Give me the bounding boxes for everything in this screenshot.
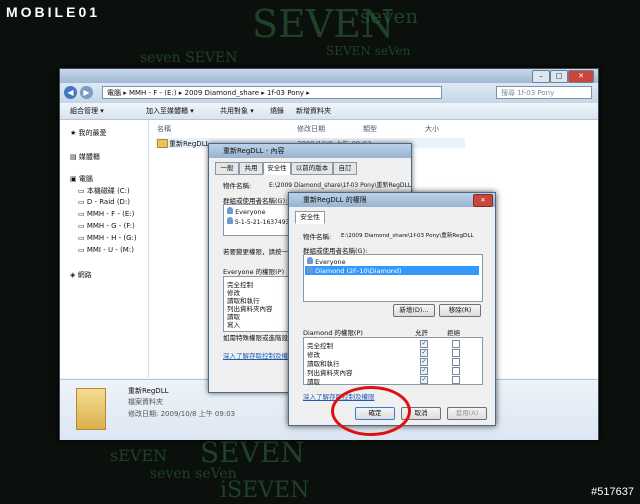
nav-libraries[interactable]: ▤ 媒體櫃 [70, 152, 100, 162]
burn-button[interactable]: 燒錄 [270, 106, 284, 116]
details-type: 檔案資料夾 [128, 398, 163, 406]
permissions-dialog-title[interactable]: 重新RegDLL 的權限 [289, 193, 495, 207]
apply-button[interactable]: 套用(A) [447, 407, 487, 420]
details-name: 重新RegDLL [128, 387, 169, 395]
site-logo: MOBILE01 [6, 4, 101, 20]
allow-checkbox[interactable]: ✓ [420, 340, 428, 348]
perm-item: 寫入 [227, 321, 240, 329]
special-hint: 如需特殊權限或進階設 [223, 334, 288, 342]
tab-customize[interactable]: 自訂 [333, 162, 357, 175]
tab-security[interactable]: 安全性 [263, 162, 291, 175]
allow-checkbox[interactable]: ✓ [420, 358, 428, 366]
permissions-list: 完全控制 修改 讀取和執行 列出資料夾內容 讀取 寫入 [223, 276, 289, 332]
column-header-size[interactable]: 大小 [425, 124, 439, 134]
add-to-library-button[interactable]: 加入至媒體櫃 ▾ [146, 106, 194, 116]
folder-icon [157, 139, 168, 148]
deny-checkbox[interactable] [452, 367, 460, 375]
breadcrumb-item[interactable]: 電腦 [107, 89, 121, 97]
deny-checkbox[interactable] [452, 376, 460, 384]
nav-drive[interactable]: ▭ D - Raid (D:) [78, 198, 130, 206]
tab-sharing[interactable]: 共用 [239, 162, 263, 175]
nav-network[interactable]: ◈ 網路 [70, 270, 92, 280]
users-icon [227, 207, 233, 214]
breadcrumb-item[interactable]: 1f-03 Pony [267, 89, 304, 97]
breadcrumb-item[interactable]: MMH - F - (E:) [129, 89, 177, 97]
nav-favorites[interactable]: ★ 我的最愛 [70, 128, 107, 138]
command-bar: 組合管理 ▾ 加入至媒體櫃 ▾ 共用對象 ▾ 燒錄 新增資料夾 [60, 103, 598, 120]
tab-general[interactable]: 一般 [215, 162, 239, 175]
wallpaper-text: sEVEN [110, 446, 168, 465]
deny-header: 拒絕 [447, 329, 460, 337]
file-name: 重新RegDLL [169, 140, 210, 148]
organize-button[interactable]: 組合管理 ▾ [70, 106, 104, 116]
remove-user-button[interactable]: 移除(R) [439, 304, 481, 317]
back-icon[interactable]: ◀ [64, 86, 77, 99]
user-icon [307, 266, 313, 273]
nav-drive[interactable]: ▭ MMH - H - (G:) [78, 234, 137, 242]
user-list[interactable]: Everyone Diamond (2F-10\Diamond) [303, 254, 483, 302]
explorer-titlebar[interactable]: – □ ✕ [60, 69, 598, 83]
perm-item: 讀取 [307, 378, 320, 386]
maximize-button[interactable]: □ [550, 70, 568, 83]
allow-header: 允許 [415, 329, 428, 337]
minimize-button[interactable]: – [532, 70, 550, 83]
column-header-modified[interactable]: 修改日期 [297, 124, 325, 134]
forward-icon[interactable]: ▶ [80, 86, 93, 99]
highlight-circle [331, 386, 411, 436]
user-list[interactable]: Everyone S-1-5-21-16374937 [223, 204, 293, 236]
new-folder-button[interactable]: 新增資料夾 [296, 106, 331, 116]
allow-checkbox[interactable]: ✓ [420, 376, 428, 384]
column-header-name[interactable]: 名稱 [157, 124, 171, 134]
wallpaper-text: seven SEVEN [140, 50, 238, 66]
breadcrumb-item[interactable]: 2009 Diamond_share [185, 89, 260, 97]
folder-large-icon [76, 388, 106, 430]
details-modified: 修改日期: 2009/10/8 上午 09:03 [128, 410, 236, 418]
object-name-value: E:\2009 Diamond_share\1f-03 Pony\重新RegDL… [269, 182, 412, 189]
object-name-label: 物件名稱: [223, 182, 252, 190]
permissions-label: Diamond 的權限(P) [303, 329, 363, 337]
object-name-label: 物件名稱: [303, 233, 332, 241]
search-input[interactable]: 搜尋 1f-03 Pony [496, 86, 592, 99]
address-bar-area: ◀ ▶ 電腦 ▸ MMH - F - (E:) ▸ 2009 Diamond_s… [60, 83, 598, 103]
properties-dialog-title[interactable]: 重新RegDLL - 內容 [209, 144, 411, 158]
list-item[interactable]: Everyone [307, 257, 477, 266]
share-with-button[interactable]: 共用對象 ▾ [220, 106, 254, 116]
tab-security[interactable]: 安全性 [295, 211, 325, 224]
nav-drive[interactable]: ▭ 本機磁碟 (C:) [78, 186, 130, 196]
list-item-selected[interactable]: Diamond (2F-10\Diamond) [305, 266, 479, 275]
nav-drive[interactable]: ▭ MMH - F - (E:) [78, 210, 134, 218]
object-name-value: E:\2009 Diamond_share\1f-03 Pony\重新RegDL… [341, 233, 474, 239]
deny-checkbox[interactable] [452, 349, 460, 357]
tab-previous-versions[interactable]: 以前的版本 [291, 162, 333, 175]
navigation-pane: ★ 我的最愛 ▤ 媒體櫃 ▣ 電腦 ▭ 本機磁碟 (C:) ▭ D - Raid… [60, 120, 149, 378]
allow-checkbox[interactable]: ✓ [420, 349, 428, 357]
user-icon [227, 217, 233, 224]
nav-drive[interactable]: ▭ MMH - G - (F:) [78, 222, 135, 230]
add-user-button[interactable]: 新增(D)... [393, 304, 435, 317]
permissions-list: 完全控制 修改 讀取和執行 列出資料夾內容 讀取 ✓ ✓ ✓ ✓ ✓ [303, 337, 483, 386]
close-button[interactable]: ✕ [568, 70, 594, 83]
wallpaper-text: SEVEN [200, 436, 305, 469]
list-item[interactable]: Everyone [227, 207, 266, 216]
access-control-link[interactable]: 深入了解存取控制及權 [223, 350, 288, 360]
image-watermark: #517637 [591, 486, 634, 498]
wallpaper-text: SEVEN seVen [326, 44, 411, 58]
list-item[interactable]: S-1-5-21-16374937 [227, 217, 293, 226]
column-header-type[interactable]: 類型 [363, 124, 377, 134]
wallpaper-text: seven [360, 4, 419, 28]
wallpaper-text: iSEVEN [220, 478, 310, 503]
nav-computer[interactable]: ▣ 電腦 [70, 174, 93, 184]
deny-checkbox[interactable] [452, 358, 460, 366]
change-hint: 若要變更權限，請按一 [223, 248, 288, 256]
nav-drive[interactable]: ▭ MMI - U - (M:) [78, 246, 134, 254]
allow-checkbox[interactable]: ✓ [420, 367, 428, 375]
address-bar[interactable]: 電腦 ▸ MMH - F - (E:) ▸ 2009 Diamond_share… [102, 86, 442, 99]
close-button[interactable]: ✕ [473, 194, 493, 207]
permissions-label: Everyone 的權限(P) [223, 268, 285, 276]
deny-checkbox[interactable] [452, 340, 460, 348]
users-icon [307, 257, 313, 264]
